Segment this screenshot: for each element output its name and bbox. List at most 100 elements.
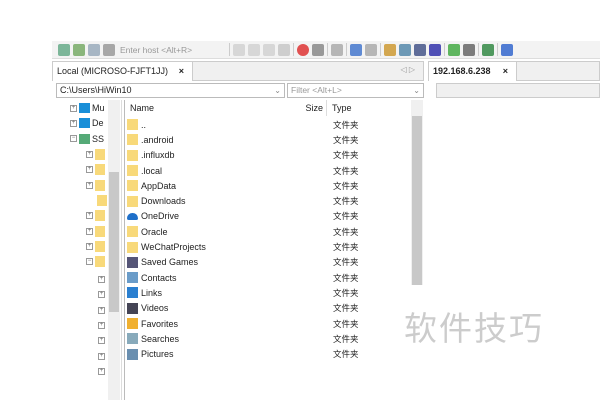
expand-icon[interactable]: + [98, 321, 105, 329]
tab-remote[interactable]: 192.168.6.238 × [429, 62, 517, 81]
separator [444, 43, 445, 56]
filter-input[interactable]: Filter <Alt+L> ⌄ [287, 83, 424, 98]
close-icon[interactable]: × [179, 62, 184, 81]
expand-icon[interactable]: + [86, 181, 93, 189]
path-input[interactable]: C:\Users\HiWin10 ⌄ [56, 83, 285, 98]
connect-icon[interactable]: connect-icon [58, 43, 70, 56]
list-item[interactable]: Saved Games 文件夹 [127, 255, 407, 270]
list-item[interactable]: WeChatProjects 文件夹 [127, 239, 407, 254]
expand-icon[interactable]: + [98, 352, 105, 360]
tree-icon[interactable]: tree-icon [399, 43, 411, 56]
sync-icon[interactable]: sync-icon [448, 43, 460, 56]
expand-icon[interactable]: + [86, 151, 93, 158]
tree-node[interactable]: + [98, 352, 105, 360]
path-value: C:\Users\HiWin10 [60, 85, 132, 95]
file-type: 文件夹 [333, 287, 359, 298]
help-icon[interactable]: help-icon [501, 43, 513, 56]
tree-node[interactable] [86, 194, 107, 206]
chevron-down-icon[interactable]: ⌄ [274, 84, 281, 97]
expand-icon[interactable]: + [70, 119, 77, 127]
expand-icon[interactable]: + [86, 166, 93, 174]
close-icon[interactable]: × [503, 62, 508, 81]
list-item[interactable]: AppData 文件夹 [127, 178, 407, 193]
expand-icon[interactable]: + [98, 306, 105, 314]
tree-node[interactable]: + [86, 149, 105, 160]
list-item[interactable]: Favorites 文件夹 [127, 316, 407, 331]
tree-node[interactable]: + [98, 291, 105, 299]
list-icon[interactable]: list-icon [414, 43, 426, 56]
separator [229, 43, 230, 56]
view-icon[interactable]: view-icon [350, 43, 362, 56]
expand-icon[interactable]: + [86, 227, 93, 235]
tree-node[interactable]: + [98, 337, 105, 345]
list-item[interactable]: Pictures 文件夹 [127, 346, 407, 361]
tree-node[interactable]: + [98, 367, 105, 375]
tree-node[interactable]: + De [70, 118, 104, 129]
column-type[interactable]: Type [327, 100, 352, 116]
quick-connect-icon[interactable]: quick-connect-icon [73, 43, 85, 56]
tree-node[interactable]: + [98, 321, 105, 329]
expand-icon[interactable]: + [86, 242, 93, 250]
list-item[interactable]: .local 文件夹 [127, 163, 407, 178]
column-size[interactable]: Size [275, 100, 327, 116]
delete-icon[interactable]: delete-icon [297, 43, 309, 56]
tree-node[interactable]: − [86, 256, 105, 268]
properties-icon[interactable]: properties-icon [331, 43, 343, 56]
tree-node[interactable]: + Mu [70, 103, 105, 113]
folder-icon [95, 256, 105, 268]
tree-node[interactable]: − SS [70, 133, 105, 144]
view2-icon[interactable]: view2-icon [365, 43, 377, 56]
tree-node[interactable]: + [86, 240, 105, 252]
tab-nav-arrows[interactable]: ◁ ▷ [400, 65, 415, 74]
tree-node-label: SS [92, 133, 105, 144]
close-icon[interactable]: close-icon [312, 43, 324, 56]
list-item[interactable]: Contacts 文件夹 [127, 270, 407, 285]
folder-icon [95, 179, 105, 191]
paste-icon[interactable]: paste-icon [263, 43, 275, 56]
tree-node[interactable]: + [98, 306, 105, 314]
expand-icon[interactable]: + [70, 104, 77, 112]
column-name[interactable]: Name [125, 100, 275, 116]
list-item[interactable]: Links 文件夹 [127, 285, 407, 300]
console-icon[interactable]: console-icon [482, 43, 494, 56]
sort-icon[interactable]: sort-icon [384, 43, 396, 56]
host-input[interactable]: Enter host <Alt+R> [118, 43, 226, 57]
expand-icon[interactable]: + [86, 212, 93, 220]
remote-path-input[interactable] [436, 83, 600, 98]
expand-icon[interactable]: − [70, 135, 77, 143]
tab-local[interactable]: Local (MICROSO-FJFT1JJ) × [53, 62, 193, 81]
tree-node[interactable]: + [98, 276, 105, 283]
expand-icon[interactable]: + [98, 291, 105, 299]
list-item[interactable]: Oracle 文件夹 [127, 224, 407, 239]
drive-icon [79, 133, 90, 144]
reconnect-icon[interactable]: reconnect-icon [88, 43, 100, 56]
list-item[interactable]: Videos 文件夹 [127, 301, 407, 316]
list-item[interactable]: .android 文件夹 [127, 132, 407, 147]
tree-node[interactable]: + [86, 179, 105, 191]
expand-icon[interactable]: − [86, 258, 93, 266]
expand-icon[interactable]: + [98, 367, 105, 375]
list-item[interactable]: .. 文件夹 [127, 117, 407, 132]
expand-icon[interactable]: + [98, 337, 105, 345]
pin-icon[interactable]: pin-icon [463, 43, 475, 56]
tree-node[interactable]: + [86, 210, 105, 222]
tree-scrollbar-thumb[interactable] [109, 172, 119, 312]
tab-label: Local (MICROSO-FJFT1JJ) [57, 66, 169, 76]
list-scrollbar-thumb[interactable] [412, 116, 422, 286]
disconnect-icon[interactable]: disconnect-icon [103, 43, 115, 56]
expand-icon[interactable]: + [98, 276, 105, 283]
tree-node[interactable]: + [86, 225, 105, 237]
details-icon[interactable]: details-icon [429, 43, 441, 56]
list-item[interactable]: OneDrive 文件夹 [127, 209, 407, 224]
desktop-icon [79, 118, 90, 129]
chevron-down-icon[interactable]: ⌄ [413, 84, 420, 97]
list-item[interactable]: Searches 文件夹 [127, 331, 407, 346]
tree-node[interactable]: + [86, 164, 105, 176]
rename-icon[interactable]: rename-icon [278, 43, 290, 56]
copy-icon[interactable]: copy-icon [248, 43, 260, 56]
games-icon [127, 256, 138, 268]
file-type: 文件夹 [333, 211, 359, 222]
list-item[interactable]: Downloads 文件夹 [127, 193, 407, 208]
cut-icon[interactable]: cut-icon [233, 43, 245, 56]
list-item[interactable]: .influxdb 文件夹 [127, 148, 407, 163]
